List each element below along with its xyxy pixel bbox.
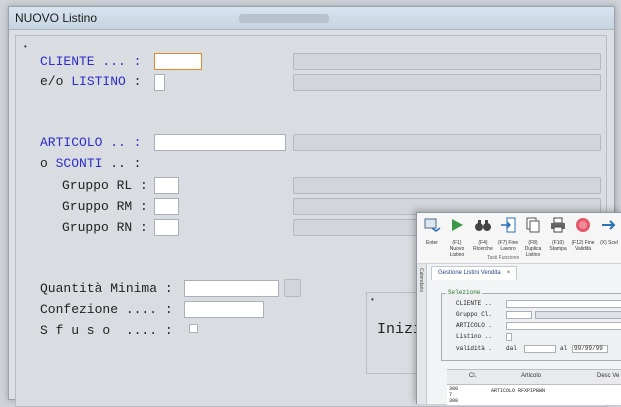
quantita-minima-button[interactable] <box>284 279 301 297</box>
duplica-listino-button[interactable]: (F8) Duplica Listino <box>521 217 545 258</box>
gruppo-rn-input[interactable] <box>154 219 179 236</box>
cliente-label: CLIENTE ... : <box>40 54 142 69</box>
sfuso-label: S f u s o .... : <box>40 323 173 338</box>
sel-gruppo-description <box>535 311 621 319</box>
col-desc-vendita[interactable]: Desc Ve <box>597 373 619 379</box>
sel-gruppo-label: Gruppo Cl. <box>456 311 493 318</box>
scelta-label: (X) Scel <box>600 240 618 246</box>
confezione-input[interactable] <box>184 301 264 318</box>
calendario-label: Calendario <box>418 268 424 293</box>
nuovo-listino-label: (F1) Nuovo Listino <box>449 240 465 258</box>
gruppo-rl-description <box>293 177 601 194</box>
grid-header: Cl. Articolo Desc Ve <box>447 370 621 385</box>
sel-listino-input[interactable] <box>506 333 512 341</box>
grid-row-articolo[interactable]: ARTICOLO RFXPIPBWN <box>491 388 545 394</box>
binoculars-icon <box>475 220 491 231</box>
gruppo-rl-input[interactable] <box>154 177 179 194</box>
col-articolo[interactable]: Articolo <box>521 373 541 379</box>
arrow-right-icon <box>602 220 616 230</box>
sel-validita-label: validità . <box>456 345 493 352</box>
quantita-minima-label: Quantità Minima : <box>40 281 173 296</box>
close-icon[interactable]: × <box>507 270 511 276</box>
nuovo-listino-button[interactable]: (F1) Nuovo Listino <box>445 217 469 258</box>
scelta-button[interactable]: (X) Scel <box>597 217 621 246</box>
sel-listino-label: Listino .. <box>456 333 493 340</box>
stampa-label: (F10) Stampa <box>549 240 567 252</box>
stop-icon <box>576 218 590 232</box>
panel-marker: • <box>24 42 27 51</box>
enter-label: Enter <box>426 240 438 246</box>
toolbar-group-label: Tasti Funzione <box>487 255 520 261</box>
play-icon <box>452 219 463 231</box>
window-title: NUOVO Listino <box>15 11 98 25</box>
grid-row-code-bottom: 300 <box>449 398 459 404</box>
title-bar: NUOVO Listino <box>9 7 614 30</box>
blurred-title-text <box>239 14 329 23</box>
sel-articolo-input[interactable] <box>506 322 621 330</box>
enter-button[interactable]: Enter <box>420 217 444 246</box>
articolo-input[interactable] <box>154 134 286 151</box>
gestione-listini-window: Enter (F1) Nuovo Listino (F4) Ricerche (… <box>416 212 621 405</box>
duplicate-icon <box>526 217 540 233</box>
listino-description <box>293 74 601 91</box>
inizio-marker: • <box>371 295 374 304</box>
function-toolbar: Enter (F1) Nuovo Listino (F4) Ricerche (… <box>417 213 621 264</box>
cliente-description <box>293 53 601 70</box>
confezione-label: Confezione .... : <box>40 302 173 317</box>
listino-input[interactable] <box>154 74 165 91</box>
sel-dal-label: dal <box>506 345 517 352</box>
ricerche-label: (F4) Ricerche <box>473 240 493 252</box>
ricerche-button[interactable]: (F4) Ricerche <box>471 217 495 252</box>
printer-icon <box>551 217 565 233</box>
sel-articolo-label: ARTICOLO . <box>456 322 493 329</box>
sel-cliente-input[interactable] <box>506 300 621 308</box>
sel-al-label: al <box>560 345 568 352</box>
fine-validita-button[interactable]: (F12) Fine Validità <box>571 217 595 252</box>
gruppo-rl-label: Gruppo RL : <box>62 178 148 193</box>
selezione-legend: Selezione <box>446 289 483 296</box>
listini-grid: Cl. Articolo Desc Ve 300 7 300 ARTICOLO … <box>447 369 621 405</box>
cliente-input[interactable] <box>154 53 202 70</box>
calendario-side-tab[interactable]: Calendario <box>417 264 427 404</box>
enter-icon <box>424 218 441 232</box>
quantita-minima-input[interactable] <box>184 280 279 297</box>
col-cl[interactable]: Cl. <box>469 373 476 379</box>
fine-validita-label: (F12) Fine Validità <box>571 240 595 252</box>
gruppo-rm-input[interactable] <box>154 198 179 215</box>
fine-lavoro-label: (F7) Fine Lavoro <box>497 240 519 252</box>
exit-icon <box>501 217 516 233</box>
sel-cliente-label: CLIENTE .. <box>456 300 493 307</box>
stampa-button[interactable]: (F10) Stampa <box>546 217 570 252</box>
listino-label: e/o LISTINO : <box>40 74 142 89</box>
gruppo-rn-label: Gruppo RN : <box>62 220 148 235</box>
selezione-group: Selezione CLIENTE .. Gruppo Cl. ARTICOLO… <box>441 289 621 361</box>
duplica-listino-label: (F8) Duplica Listino <box>524 240 542 258</box>
sconti-label: o SCONTI .. : <box>40 156 142 171</box>
sel-al-value: 99/99/99 <box>574 345 603 352</box>
fine-lavoro-button[interactable]: (F7) Fine Lavoro <box>496 217 520 252</box>
articolo-description <box>293 134 601 151</box>
tab-label: Gestione Listini Vendita <box>438 270 501 276</box>
articolo-label: ARTICOLO .. : <box>40 135 142 150</box>
sel-al-input[interactable]: 99/99/99 <box>572 345 608 353</box>
tab-gestione-listini-vendita[interactable]: Gestione Listini Vendita × <box>431 266 518 280</box>
sel-gruppo-input[interactable] <box>506 311 532 319</box>
sel-dal-input[interactable] <box>524 345 556 353</box>
sfuso-checkbox[interactable] <box>189 324 198 333</box>
gruppo-rm-label: Gruppo RM : <box>62 199 148 214</box>
